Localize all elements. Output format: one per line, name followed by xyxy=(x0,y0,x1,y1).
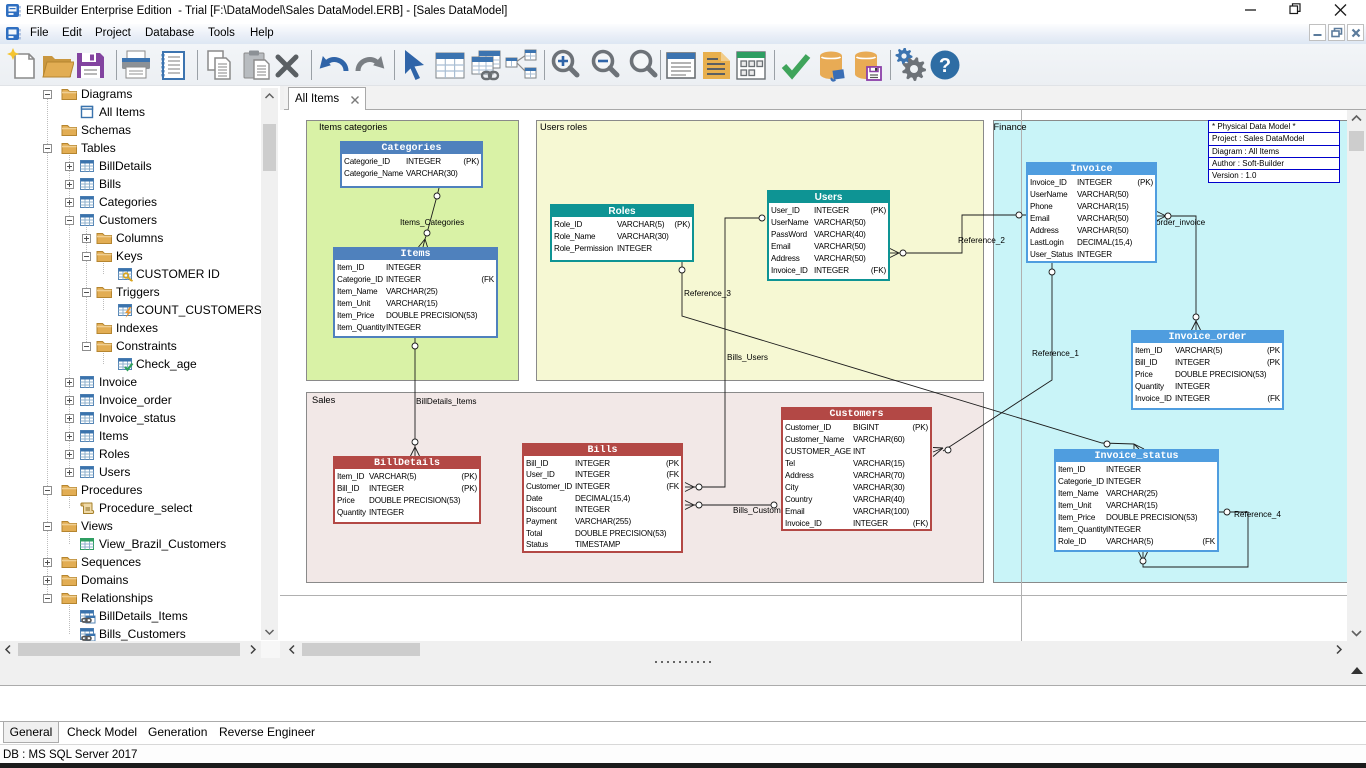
svg-text:?: ? xyxy=(939,55,951,77)
